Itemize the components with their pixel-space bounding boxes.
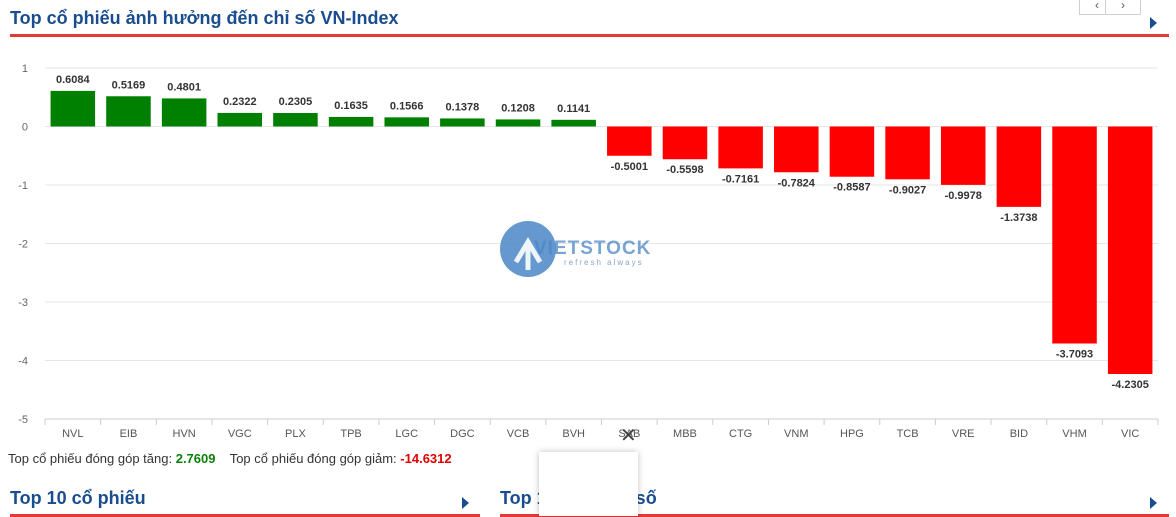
up-label: Top cổ phiếu đóng góp tăng: — [8, 451, 173, 466]
bar-sab — [607, 126, 652, 156]
data-label: 0.1378 — [446, 101, 480, 113]
svg-text:refresh always: refresh always — [564, 258, 644, 267]
data-label: -0.7161 — [722, 173, 759, 185]
data-label: 0.1141 — [557, 103, 590, 115]
x-tick-label: VHM — [1062, 428, 1086, 440]
x-tick-label: MBB — [673, 428, 697, 440]
bar-vcb — [495, 119, 541, 127]
data-label: 0.1566 — [390, 100, 424, 112]
data-label: -3.7093 — [1056, 348, 1093, 360]
bar-vnm — [774, 126, 819, 173]
arrow-right-icon[interactable] — [1150, 497, 1157, 509]
x-tick-label: DGC — [450, 428, 475, 440]
data-label: 0.2322 — [223, 96, 257, 108]
bar-nvl — [50, 90, 96, 127]
bar-tcb — [885, 126, 930, 180]
bar-vhm — [1052, 126, 1097, 344]
y-tick-label: -3 — [18, 297, 28, 309]
down-value: -14.6312 — [400, 451, 452, 466]
bar-ctg — [718, 126, 763, 169]
data-label: -0.8587 — [833, 182, 870, 194]
y-tick-label: -1 — [18, 180, 28, 192]
x-tick-label: VIC — [1121, 428, 1139, 440]
down-label: Top cổ phiếu đóng góp giảm: — [229, 451, 397, 466]
y-tick-label: 1 — [22, 63, 28, 75]
bar-mbb — [662, 126, 708, 160]
x-tick-label: EIB — [120, 428, 138, 440]
x-tick-label: HVN — [173, 428, 196, 440]
bar-dgc — [440, 118, 485, 127]
x-tick-label: VRE — [952, 428, 975, 440]
arrow-right-icon[interactable] — [462, 497, 469, 509]
overlay-panel — [539, 452, 638, 516]
svg-text:VIETSTOCK: VIETSTOCK — [534, 238, 651, 259]
data-label: 0.5169 — [112, 79, 146, 91]
bar-bvh — [551, 119, 596, 127]
top10-stocks-title: Top 10 cổ phiếu — [10, 488, 146, 508]
next-button[interactable]: › — [1105, 0, 1141, 15]
contribution-summary: Top cổ phiếu đóng góp tăng: 2.7609 Top c… — [8, 451, 452, 466]
x-tick-label: VGC — [228, 428, 252, 440]
x-tick-label: LGC — [395, 428, 418, 440]
bar-eib — [106, 96, 151, 127]
data-label: -0.5001 — [611, 161, 648, 173]
bar-tpb — [328, 116, 374, 127]
data-label: 0.4801 — [167, 81, 201, 93]
y-tick-label: -2 — [18, 239, 28, 251]
x-tick-label: VNM — [784, 428, 808, 440]
x-tick-label: TPB — [340, 428, 361, 440]
chart-header: Top cổ phiếu ảnh hưởng đến chỉ số VN-Ind… — [10, 0, 1169, 37]
top10-stocks-header: Top 10 cổ phiếu — [10, 480, 480, 517]
x-tick-label: HPG — [840, 428, 864, 440]
vietstock-watermark-logo: VIETSTOCK refresh always — [500, 221, 651, 277]
x-tick-label: CTG — [729, 428, 752, 440]
data-label: -0.9027 — [889, 184, 926, 196]
bar-vic — [1107, 126, 1153, 374]
x-tick-label: VCB — [507, 428, 530, 440]
x-tick-label: TCB — [897, 428, 919, 440]
data-label: 0.1635 — [334, 100, 368, 112]
data-label: -0.5598 — [666, 164, 703, 176]
up-value: 2.7609 — [175, 451, 216, 466]
bar-lgc — [384, 117, 429, 127]
page-title: Top cổ phiếu ảnh hưởng đến chỉ số VN-Ind… — [10, 8, 399, 28]
data-label: 0.6084 — [56, 74, 91, 86]
arrow-right-icon[interactable] — [1150, 17, 1157, 29]
bar-plx — [273, 113, 318, 127]
data-label: 0.1208 — [501, 102, 535, 114]
y-tick-label: 0 — [22, 122, 28, 134]
x-tick-label: BID — [1010, 428, 1028, 440]
y-tick-label: -4 — [18, 356, 28, 368]
y-axis: 1 0 -1 -2 -3 -4 -5 — [18, 63, 28, 426]
bar-hpg — [829, 126, 875, 177]
data-label: -4.2305 — [1112, 379, 1149, 391]
x-tick-label: BVH — [562, 428, 585, 440]
close-icon[interactable]: ✕ — [620, 426, 637, 446]
x-tick-label: NVL — [62, 428, 83, 440]
bar-vre — [940, 126, 986, 185]
bar-hvn — [161, 98, 207, 127]
data-label: 0.2305 — [279, 96, 313, 108]
data-label: -0.7824 — [778, 177, 816, 189]
y-tick-label: -5 — [18, 414, 28, 426]
bar-vgc — [217, 112, 263, 127]
x-axis: NVL EIB HVN VGC PLX TPB LGC DGC VCB BVH SAB MBB CTG V… — [44, 418, 1159, 440]
bar-bid — [996, 126, 1042, 207]
data-label: -1.3738 — [1000, 212, 1037, 224]
data-label: -0.9978 — [945, 190, 982, 202]
x-tick-label: PLX — [285, 428, 306, 440]
